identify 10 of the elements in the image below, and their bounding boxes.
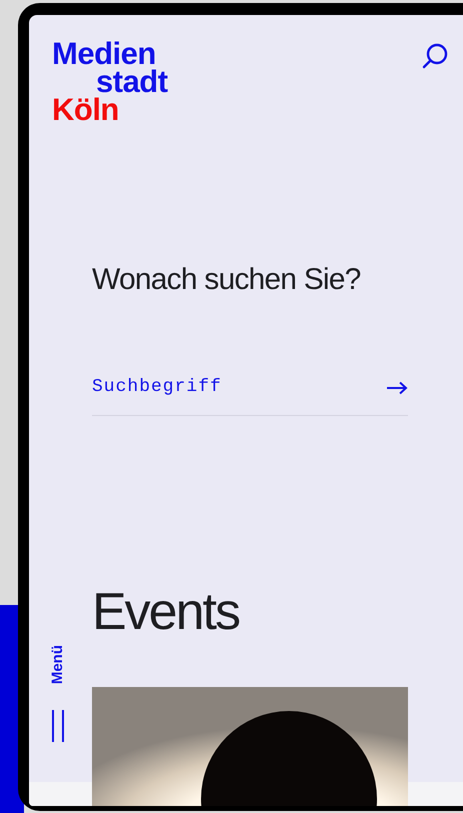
logo-text: Köln	[52, 96, 119, 124]
search-heading: Wonach suchen Sie?	[92, 262, 362, 298]
search-field[interactable]: Suchbegriff	[92, 374, 342, 401]
menu-icon	[51, 710, 66, 742]
section-title: Events	[92, 584, 240, 640]
arrow-right-icon	[386, 380, 408, 394]
menu-label[interactable]: Menü	[47, 645, 70, 684]
menu-button[interactable]	[51, 710, 66, 742]
logo-text: stadt	[96, 68, 168, 96]
logo-text: Medien	[52, 40, 156, 68]
